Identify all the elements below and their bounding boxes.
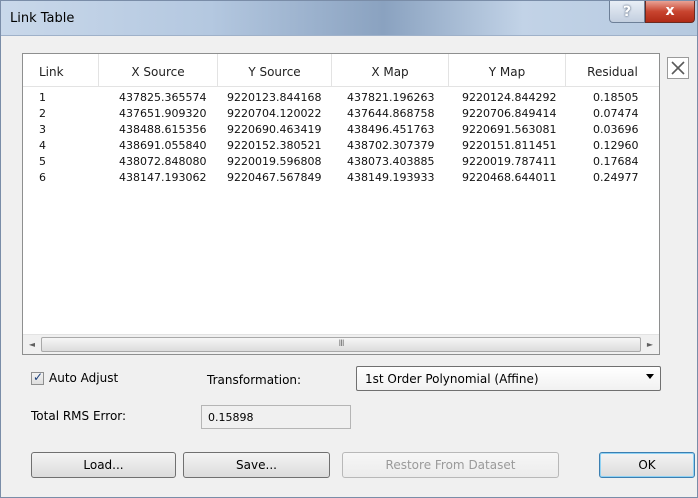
column-header-x-map[interactable]: X Map [332, 54, 449, 86]
table-cell: 6 [39, 171, 46, 184]
table-cell: 9220019.596808 [227, 155, 322, 168]
table-cell: 9220691.563081 [462, 123, 557, 136]
table-cell: 438072.848080 [119, 155, 207, 168]
table-cell: 9220151.811451 [462, 139, 557, 152]
table-cell: 438702.307379 [347, 139, 435, 152]
scroll-right-icon[interactable]: ► [641, 335, 659, 354]
link-table-dialog: Link Table ? x Link X Source Y Source X … [0, 0, 698, 498]
load-button[interactable]: Load... [31, 452, 176, 478]
table-row[interactable]: 1 437825.365574 9220123.844168 437821.19626… [23, 90, 659, 106]
table-cell: 9220152.380521 [227, 139, 322, 152]
table-row[interactable]: 3 438488.615356 9220690.463419 438496.45176… [23, 122, 659, 138]
column-header-x-source[interactable]: X Source [99, 54, 218, 86]
chevron-down-icon [646, 374, 654, 379]
save-button[interactable]: Save... [183, 452, 330, 478]
title-bar[interactable]: Link Table ? x [1, 1, 697, 36]
table-cell: 9220706.849414 [462, 107, 557, 120]
link-table: Link X Source Y Source X Map Y Map Resid… [22, 53, 660, 355]
horizontal-scrollbar[interactable]: ◄ III ► [23, 334, 659, 354]
table-cell: 437644.868758 [347, 107, 435, 120]
table-cell: 438691.055840 [119, 139, 207, 152]
table-cell: 438147.193062 [119, 171, 207, 184]
column-header-link[interactable]: Link [23, 54, 99, 86]
table-row[interactable]: 5 438072.848080 9220019.596808 438073.40388… [23, 154, 659, 170]
table-cell: 438073.403885 [347, 155, 435, 168]
ok-button[interactable]: OK [599, 452, 695, 478]
table-cell: 1 [39, 91, 46, 104]
table-cell: 0.18505 [593, 91, 639, 104]
table-cell: 438149.193933 [347, 171, 435, 184]
table-cell: 0.24977 [593, 171, 639, 184]
auto-adjust-label[interactable]: Auto Adjust [49, 371, 118, 385]
table-cell: 438488.615356 [119, 123, 207, 136]
column-header-residual[interactable]: Residual [566, 54, 659, 86]
delete-x-icon [671, 61, 685, 75]
table-row[interactable]: 6 438147.193062 9220467.567849 438149.19393… [23, 170, 659, 186]
table-header: Link X Source Y Source X Map Y Map Resid… [23, 54, 659, 87]
close-button[interactable]: x [645, 1, 695, 23]
table-cell: 9220124.844292 [462, 91, 557, 104]
delete-link-button[interactable] [667, 57, 689, 79]
table-cell: 0.03696 [593, 123, 639, 136]
rms-error-label: Total RMS Error: [31, 409, 127, 423]
table-cell: 9220704.120022 [227, 107, 322, 120]
column-header-y-map[interactable]: Y Map [449, 54, 566, 86]
table-row[interactable]: 4 438691.055840 9220152.380521 438702.30737… [23, 138, 659, 154]
table-cell: 9220690.463419 [227, 123, 322, 136]
table-cell: 9220468.644011 [462, 171, 557, 184]
table-cell: 0.17684 [593, 155, 639, 168]
transformation-dropdown[interactable]: 1st Order Polynomial (Affine) [356, 366, 661, 391]
table-cell: 437821.196263 [347, 91, 435, 104]
check-icon: ✓ [33, 370, 44, 384]
transformation-value: 1st Order Polynomial (Affine) [365, 372, 539, 386]
rms-error-field: 0.15898 [201, 405, 351, 429]
restore-from-dataset-button[interactable]: Restore From Dataset [342, 452, 559, 478]
table-cell: 5 [39, 155, 46, 168]
scroll-thumb[interactable]: III [41, 337, 641, 352]
table-cell: 2 [39, 107, 46, 120]
table-cell: 9220123.844168 [227, 91, 322, 104]
window-title: Link Table [10, 11, 75, 26]
table-cell: 0.12960 [593, 139, 639, 152]
transformation-label: Transformation: [207, 373, 302, 387]
table-cell: 438496.451763 [347, 123, 435, 136]
table-cell: 437825.365574 [119, 91, 207, 104]
scroll-left-icon[interactable]: ◄ [23, 335, 41, 354]
table-cell: 9220467.567849 [227, 171, 322, 184]
table-cell: 3 [39, 123, 46, 136]
column-header-y-source[interactable]: Y Source [218, 54, 332, 86]
table-cell: 9220019.787411 [462, 155, 557, 168]
table-cell: 437651.909320 [119, 107, 207, 120]
table-cell: 0.07474 [593, 107, 639, 120]
table-cell: 4 [39, 139, 46, 152]
rms-error-value: 0.15898 [208, 411, 254, 424]
help-button[interactable]: ? [609, 1, 645, 23]
auto-adjust-checkbox[interactable]: ✓ [31, 370, 44, 385]
table-row[interactable]: 2 437651.909320 9220704.120022 437644.86875… [23, 106, 659, 122]
